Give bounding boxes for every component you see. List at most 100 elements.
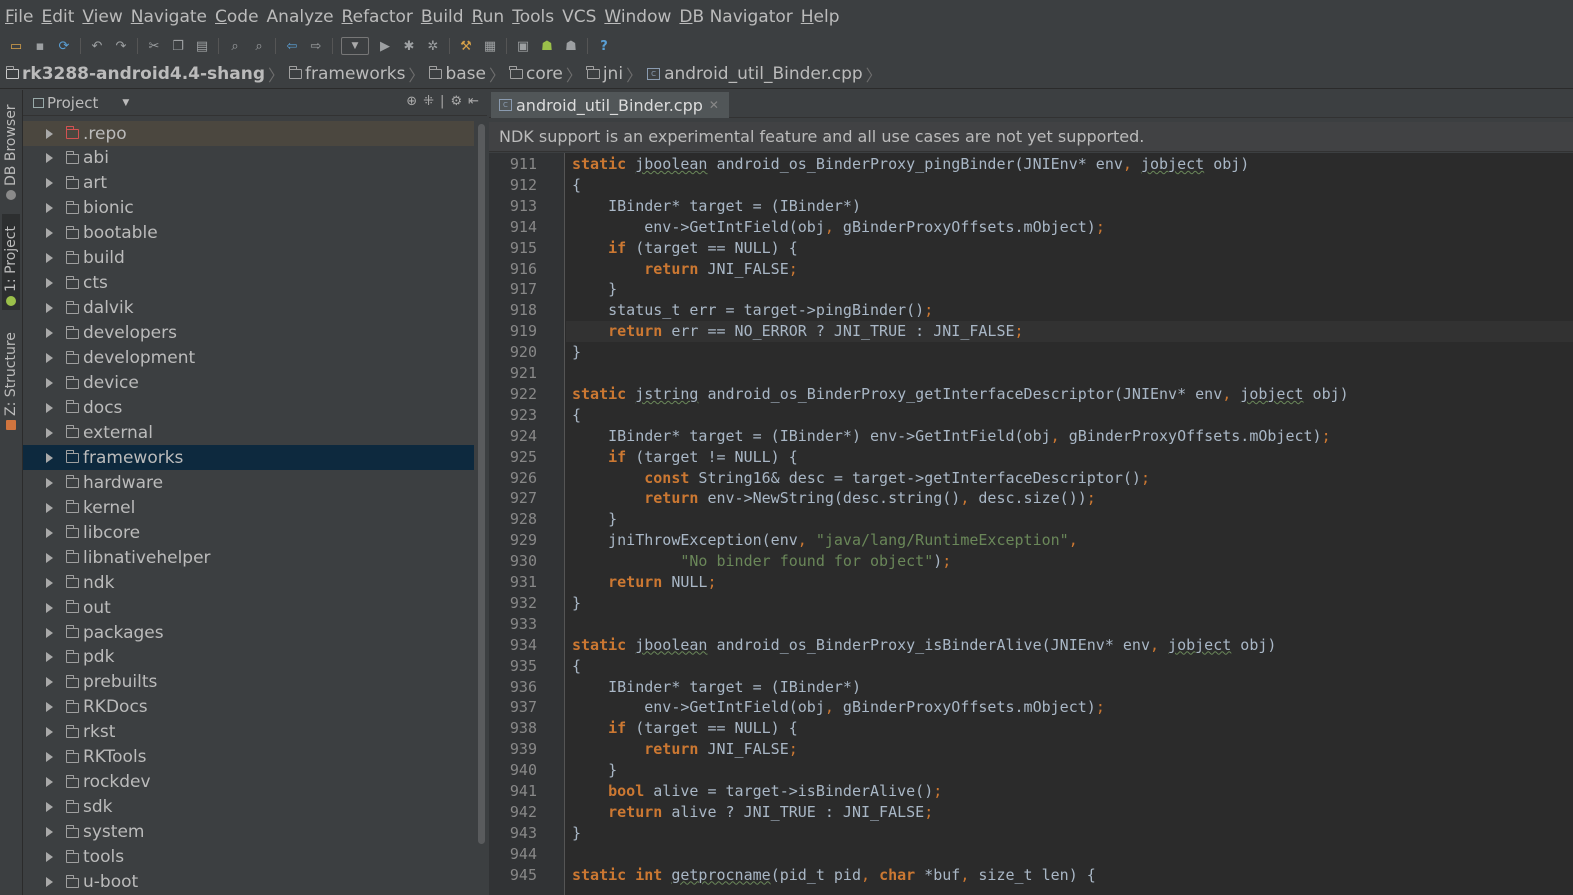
expand-arrow-icon[interactable]: [46, 452, 53, 463]
close-icon[interactable]: ✕: [709, 98, 719, 112]
expand-arrow-icon[interactable]: [46, 353, 53, 364]
cut-icon[interactable]: ✂: [145, 37, 163, 55]
tree-item[interactable]: RKDocs: [23, 695, 474, 720]
expand-arrow-icon[interactable]: [46, 527, 53, 538]
tree-item[interactable]: u-boot: [23, 870, 474, 895]
expand-arrow-icon[interactable]: [46, 752, 53, 763]
breadcrumb-item[interactable]: jni: [586, 64, 623, 84]
menu-tools[interactable]: Tools: [511, 7, 561, 27]
collapse-all-icon[interactable]: ⁜: [423, 94, 434, 109]
menu-build[interactable]: Build: [420, 7, 471, 27]
expand-arrow-icon[interactable]: [46, 427, 53, 438]
expand-arrow-icon[interactable]: [46, 153, 53, 164]
tree-item[interactable]: developers: [23, 321, 474, 346]
expand-arrow-icon[interactable]: [46, 552, 53, 563]
hide-panel-icon[interactable]: ⇤: [468, 94, 479, 109]
expand-arrow-icon[interactable]: [46, 477, 53, 488]
tree-item[interactable]: external: [23, 420, 474, 445]
tree-item[interactable]: packages: [23, 620, 474, 645]
project-structure-icon[interactable]: ▦: [481, 37, 499, 55]
forward-icon[interactable]: ⇨: [307, 37, 325, 55]
tree-item[interactable]: libcore: [23, 520, 474, 545]
expand-arrow-icon[interactable]: [46, 203, 53, 214]
tab-structure[interactable]: Z: Structure: [2, 322, 20, 434]
tab-android-util-binder-cpp[interactable]: C android_util_Binder.cpp ✕: [491, 92, 729, 118]
sdk-manager-icon[interactable]: ☗: [562, 37, 580, 55]
expand-arrow-icon[interactable]: [46, 577, 53, 588]
coverage-icon[interactable]: ✲: [424, 37, 442, 55]
tree-item[interactable]: .repo: [23, 121, 474, 146]
expand-arrow-icon[interactable]: [46, 727, 53, 738]
tree-item[interactable]: prebuilts: [23, 670, 474, 695]
menu-vcs[interactable]: VCS: [561, 7, 603, 27]
project-tree-scrollbar[interactable]: [476, 121, 486, 895]
expand-arrow-icon[interactable]: [46, 328, 53, 339]
tree-item[interactable]: kernel: [23, 495, 474, 520]
avd-manager-icon[interactable]: ▣: [514, 37, 532, 55]
android-device-icon[interactable]: ☗: [538, 37, 556, 55]
tree-item[interactable]: bootable: [23, 221, 474, 246]
expand-arrow-icon[interactable]: [46, 502, 53, 513]
expand-arrow-icon[interactable]: [46, 402, 53, 413]
paste-icon[interactable]: ▤: [193, 37, 211, 55]
tree-item[interactable]: cts: [23, 271, 474, 296]
undo-icon[interactable]: ↶: [88, 37, 106, 55]
menu-code[interactable]: Code: [214, 7, 266, 27]
tree-item[interactable]: docs: [23, 395, 474, 420]
tree-item[interactable]: art: [23, 171, 474, 196]
tree-item[interactable]: tools: [23, 845, 474, 870]
tree-item[interactable]: pdk: [23, 645, 474, 670]
view-selector-chevron-down-icon[interactable]: ▼: [122, 98, 129, 108]
run-configuration-dropdown[interactable]: ▼: [341, 37, 369, 55]
expand-arrow-icon[interactable]: [46, 702, 53, 713]
expand-arrow-icon[interactable]: [46, 802, 53, 813]
open-folder-icon[interactable]: ▭: [7, 37, 25, 55]
menu-analyze[interactable]: Analyze: [266, 7, 341, 27]
back-icon[interactable]: ⇦: [283, 37, 301, 55]
tree-item[interactable]: frameworks: [23, 445, 474, 471]
expand-arrow-icon[interactable]: [46, 378, 53, 388]
tree-item[interactable]: RKTools: [23, 745, 474, 770]
tree-item[interactable]: rkst: [23, 720, 474, 745]
tree-item[interactable]: libnativehelper: [23, 545, 474, 570]
expand-arrow-icon[interactable]: [46, 602, 53, 613]
tree-item[interactable]: system: [23, 820, 474, 845]
expand-arrow-icon[interactable]: [46, 877, 53, 887]
run-icon[interactable]: ▶: [376, 37, 394, 55]
tree-item[interactable]: sdk: [23, 795, 474, 820]
copy-icon[interactable]: ❐: [169, 37, 187, 55]
scroll-from-source-icon[interactable]: ⊕: [406, 94, 417, 109]
replace-icon[interactable]: ⌕: [250, 37, 268, 55]
tree-item[interactable]: rockdev: [23, 770, 474, 795]
expand-arrow-icon[interactable]: [46, 228, 53, 239]
tree-item[interactable]: bionic: [23, 196, 474, 221]
tree-item[interactable]: ndk: [23, 570, 474, 595]
breadcrumb-item[interactable]: Candroid_util_Binder.cpp: [647, 64, 863, 84]
menu-refactor[interactable]: Refactor: [341, 7, 420, 27]
expand-arrow-icon[interactable]: [46, 303, 53, 314]
scrollbar-thumb[interactable]: [478, 124, 485, 844]
breadcrumb-item[interactable]: base: [428, 64, 486, 84]
gear-icon[interactable]: ⚙: [450, 94, 462, 109]
menu-db-navigator[interactable]: DB Navigator: [678, 7, 799, 27]
menu-file[interactable]: File: [4, 7, 40, 27]
project-panel-title[interactable]: Project: [47, 94, 98, 112]
save-all-icon[interactable]: ▪: [31, 37, 49, 55]
menu-window[interactable]: Window: [603, 7, 678, 27]
expand-arrow-icon[interactable]: [46, 827, 53, 838]
settings-icon[interactable]: ⚒: [457, 37, 475, 55]
synchronize-icon[interactable]: ⟳: [55, 37, 73, 55]
breadcrumb-item[interactable]: core: [509, 64, 563, 84]
menu-navigate[interactable]: Navigate: [130, 7, 214, 27]
menu-view[interactable]: View: [81, 7, 129, 27]
tree-item[interactable]: development: [23, 346, 474, 371]
menu-help[interactable]: Help: [800, 7, 847, 27]
expand-arrow-icon[interactable]: [46, 652, 53, 663]
expand-arrow-icon[interactable]: [46, 627, 53, 638]
tree-item[interactable]: build: [23, 246, 474, 271]
expand-arrow-icon[interactable]: [46, 278, 53, 289]
expand-arrow-icon[interactable]: [46, 178, 53, 189]
tree-item[interactable]: abi: [23, 146, 474, 171]
debug-icon[interactable]: ✱: [400, 37, 418, 55]
tree-item[interactable]: device: [23, 371, 474, 396]
